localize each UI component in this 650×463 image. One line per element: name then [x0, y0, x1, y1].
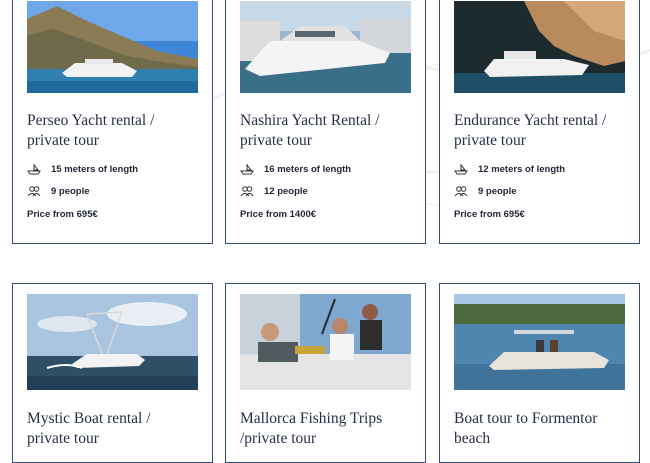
card-title[interactable]: Mallorca Fishing Trips /private tour	[240, 409, 400, 449]
yacht-photo[interactable]	[240, 1, 411, 93]
card-title[interactable]: Mystic Boat rental / private tour	[27, 409, 187, 449]
price-text: Price from 1400€	[240, 209, 317, 220]
boat-icon	[27, 163, 41, 175]
card-title[interactable]: Endurance Yacht rental / private tour	[454, 111, 614, 151]
card-title[interactable]: Boat tour to Formentor beach	[454, 409, 614, 449]
people-icon	[27, 185, 41, 197]
fishing-photo[interactable]	[240, 294, 411, 390]
length-value: 12 meters of length	[478, 163, 566, 175]
length-value: 15 meters of length	[51, 163, 139, 175]
length-value: 16 meters of length	[264, 163, 352, 175]
spec-people: 9 people	[454, 185, 517, 197]
boat-icon	[454, 163, 468, 175]
people-icon	[454, 185, 468, 197]
people-value: 12 people	[264, 185, 308, 197]
card-title[interactable]: Perseo Yacht rental / private tour	[27, 111, 187, 151]
yacht-photo[interactable]	[27, 1, 198, 93]
fishing-card-mallorca[interactable]: Mallorca Fishing Trips /private tour	[225, 283, 426, 463]
spec-length: 16 meters of length	[240, 163, 351, 175]
price-text: Price from 695€	[454, 209, 525, 220]
yacht-card-nashira[interactable]: Nashira Yacht Rental / private tour 16 m…	[225, 0, 426, 244]
boat-photo[interactable]	[454, 294, 625, 390]
yacht-photo[interactable]	[454, 1, 625, 93]
spec-people: 12 people	[240, 185, 308, 197]
spec-people: 9 people	[27, 185, 90, 197]
spec-length: 12 meters of length	[454, 163, 565, 175]
yacht-card-perseo[interactable]: Perseo Yacht rental / private tour 15 me…	[12, 0, 213, 244]
people-icon	[240, 185, 254, 197]
people-value: 9 people	[478, 185, 517, 197]
card-title[interactable]: Nashira Yacht Rental / private tour	[240, 111, 400, 151]
tour-card-formentor[interactable]: Boat tour to Formentor beach	[439, 283, 640, 463]
boat-photo[interactable]	[27, 294, 198, 390]
spec-length: 15 meters of length	[27, 163, 138, 175]
yacht-card-endurance[interactable]: Endurance Yacht rental / private tour 12…	[439, 0, 640, 244]
price-text: Price from 695€	[27, 209, 98, 220]
boat-card-mystic[interactable]: Mystic Boat rental / private tour	[12, 283, 213, 463]
boat-icon	[240, 163, 254, 175]
people-value: 9 people	[51, 185, 90, 197]
